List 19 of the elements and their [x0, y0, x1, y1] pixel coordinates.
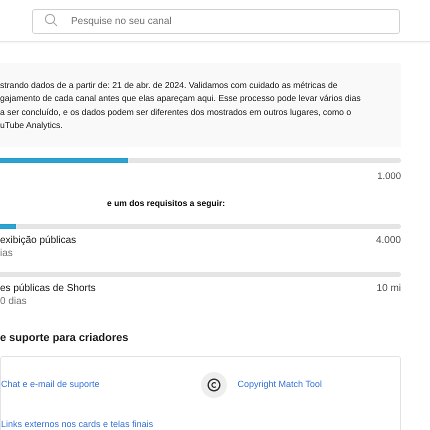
requirement-label: es públicas de Shorts: [0, 282, 96, 295]
support-link[interactable]: Chat e e-mail de suporte: [1, 378, 100, 392]
notice-text: strando dados de a partir de: 21 de abr. de 2024. Validamos com cuidado as métricas de: [0, 79, 339, 92]
target-value: 10 mi: [376, 282, 401, 295]
search-field[interactable]: Pesquise no seu canal: [32, 8, 400, 34]
requirement-label: exibição públicas: [0, 234, 76, 247]
notice-text: gajamento de cada canal antes que elas apareçam aqui. Esse processo pode levar vários dias: [0, 92, 362, 106]
notice-text: uTube Analytics.: [0, 119, 64, 132]
notice-text: a ser concluído, e os dados podem ser diferentes dos mostrados em outros lugares, como o: [0, 106, 352, 119]
copyright-icon: [200, 372, 226, 398]
target-value: 4.000: [376, 234, 401, 247]
section-heading: e suporte para criadores: [0, 330, 130, 346]
requirement-period: 0 dias: [0, 294, 28, 308]
support-link[interactable]: Links externos nos cards e telas finais: [1, 418, 154, 430]
target-value: 1.000: [377, 170, 401, 184]
search-icon: [44, 12, 58, 26]
requirement-period: ias: [0, 246, 14, 260]
requirements-intro: e um dos requisitos a seguir:: [106, 196, 226, 210]
support-link[interactable]: Copyright Match Tool: [238, 378, 322, 392]
